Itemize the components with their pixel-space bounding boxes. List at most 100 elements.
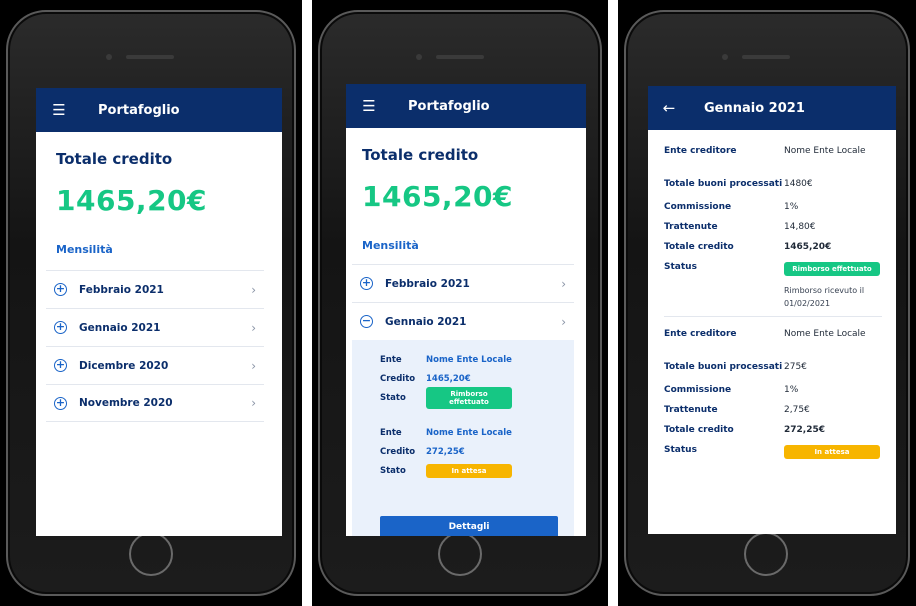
detail-value: 272,25€: [426, 446, 465, 457]
record-key: Commissione: [664, 385, 732, 395]
month-label: Novembre 2020: [79, 397, 173, 409]
total-credit-amount: 1465,20€: [362, 180, 514, 213]
app-title: Portafoglio: [98, 102, 180, 118]
record-row: Totale credito 1465,20€: [664, 242, 882, 262]
month-row-gennaio[interactable]: + Gennaio 2021 ›: [46, 308, 264, 346]
camera-icon: [416, 54, 422, 60]
phone-panel-1: ☰ Portafoglio Totale credito 1465,20€ Me…: [0, 0, 302, 606]
record-key: Totale buoni processati: [664, 178, 783, 189]
record-row: Trattenute 2,75€: [664, 405, 882, 425]
record-row: Commissione 1%: [664, 202, 882, 222]
app-title: Portafoglio: [408, 98, 490, 114]
month-label: Gennaio 2021: [385, 315, 467, 328]
record-row: Totale buoni processati 275€: [664, 349, 882, 385]
month-row-febbraio[interactable]: + Febbraio 2021 ›: [46, 270, 264, 308]
record-key: Ente creditore: [664, 146, 737, 156]
home-button[interactable]: [438, 532, 482, 576]
speaker-icon: [436, 55, 484, 59]
record-value: 1480€: [784, 179, 813, 189]
record-row: Status Rimborso effettuato Rimborso rice…: [664, 262, 882, 310]
record-row: Totale buoni processati 1480€: [664, 166, 882, 202]
chevron-right-icon: ›: [561, 276, 566, 291]
summary: Totale credito 1465,20€ Mensilità: [346, 128, 586, 252]
back-arrow-icon[interactable]: ←: [660, 99, 678, 117]
summary: Totale credito 1465,20€ Mensilità: [36, 132, 282, 256]
status-badge: In attesa: [784, 445, 880, 459]
details-button[interactable]: Dettagli: [380, 516, 558, 536]
record-key: Totale credito: [664, 242, 734, 252]
month-row-dicembre[interactable]: + Dicembre 2020 ›: [46, 346, 264, 384]
record-value: 1%: [784, 202, 799, 212]
record-key: Trattenute: [664, 222, 718, 232]
status-badge: In attesa: [426, 463, 512, 478]
chevron-right-icon: ›: [251, 320, 256, 335]
detail-key: Credito: [380, 373, 416, 384]
home-button[interactable]: [129, 532, 173, 576]
stage: ☰ Portafoglio Totale credito 1465,20€ Me…: [0, 0, 916, 606]
chevron-right-icon: ›: [251, 358, 256, 373]
month-detail-panel: Ente Nome Ente Locale Credito 1465,20€ S…: [352, 340, 574, 536]
record-value: 275€: [784, 362, 807, 372]
app-title: Gennaio 2021: [704, 100, 805, 116]
month-label: Febbraio 2021: [385, 277, 470, 290]
record-key: Totale buoni processati: [664, 361, 783, 372]
home-button[interactable]: [744, 532, 788, 576]
screen-portafoglio-expanded: ☰ Portafoglio Totale credito 1465,20€ Me…: [346, 84, 586, 536]
detail-ente-row: Ente Nome Ente Locale: [352, 423, 574, 442]
record-key: Trattenute: [664, 405, 718, 415]
expand-plus-icon: +: [54, 282, 67, 296]
record-divider: [664, 316, 882, 317]
month-label: Dicembre 2020: [79, 359, 169, 372]
camera-icon: [722, 54, 728, 60]
months-list: + Febbraio 2021 › − Gennaio 2021 › Ente …: [352, 264, 574, 536]
expand-plus-icon: +: [54, 395, 67, 410]
detail-credito-row: Credito 1465,20€: [352, 369, 574, 388]
record-2: Ente creditore Nome Ente Locale Totale b…: [664, 329, 882, 465]
record-key: Totale credito: [664, 425, 734, 435]
menu-icon[interactable]: ☰: [50, 101, 68, 119]
menu-icon[interactable]: ☰: [360, 97, 378, 115]
detail-key: Stato: [380, 392, 406, 403]
record-key: Status: [664, 262, 697, 272]
phone-panel-3: ← Gennaio 2021 Ente creditore Nome Ente …: [618, 0, 916, 606]
records: Ente creditore Nome Ente Locale Totale b…: [648, 130, 896, 465]
speaker-icon: [742, 55, 790, 59]
record-value: 2,75€: [784, 405, 810, 415]
screen-portafoglio: ☰ Portafoglio Totale credito 1465,20€ Me…: [36, 88, 282, 536]
record-key: Ente creditore: [664, 329, 737, 339]
expand-plus-icon: +: [54, 358, 67, 372]
record-value: 14,80€: [784, 222, 816, 232]
record-value: 272,25€: [784, 425, 825, 435]
detail-stato-row: Stato Rimborso effettuato: [352, 386, 574, 409]
detail-key: Ente: [380, 354, 402, 365]
record-value: 1465,20€: [784, 242, 832, 252]
detail-key: Stato: [380, 465, 406, 476]
month-row-febbraio[interactable]: + Febbraio 2021 ›: [352, 264, 574, 302]
refund-note: Rimborso ricevuto il 01/02/2021: [784, 286, 865, 308]
record-1: Ente creditore Nome Ente Locale Totale b…: [664, 146, 882, 310]
camera-icon: [106, 54, 112, 60]
detail-value: Nome Ente Locale: [426, 427, 512, 438]
chevron-right-icon: ›: [561, 314, 566, 329]
month-row-novembre[interactable]: + Novembre 2020 ›: [46, 384, 264, 422]
collapse-minus-icon: −: [360, 314, 373, 328]
detail-value: 1465,20€: [426, 373, 471, 384]
record-value: 1%: [784, 385, 799, 395]
record-value: Nome Ente Locale: [784, 146, 866, 156]
record-value: Nome Ente Locale: [784, 329, 866, 339]
record-row: Trattenute 14,80€: [664, 222, 882, 242]
status-badge: Rimborso effettuato: [784, 262, 880, 276]
total-credit-label: Totale credito: [362, 146, 479, 164]
month-row-gennaio-expanded[interactable]: − Gennaio 2021 ›: [352, 302, 574, 340]
detail-key: Ente: [380, 427, 402, 438]
record-row: Ente creditore Nome Ente Locale: [664, 329, 882, 349]
status-badge: Rimborso effettuato: [426, 386, 512, 409]
total-credit-label: Totale credito: [56, 150, 173, 168]
record-row: Ente creditore Nome Ente Locale: [664, 146, 882, 166]
app-bar: ☰ Portafoglio: [36, 88, 282, 132]
total-credit-amount: 1465,20€: [56, 184, 208, 217]
expand-plus-icon: +: [54, 320, 67, 334]
detail-credito-row: Credito 272,25€: [352, 442, 574, 461]
app-bar: ☰ Portafoglio: [346, 84, 586, 128]
record-row: Totale credito 272,25€: [664, 425, 882, 445]
